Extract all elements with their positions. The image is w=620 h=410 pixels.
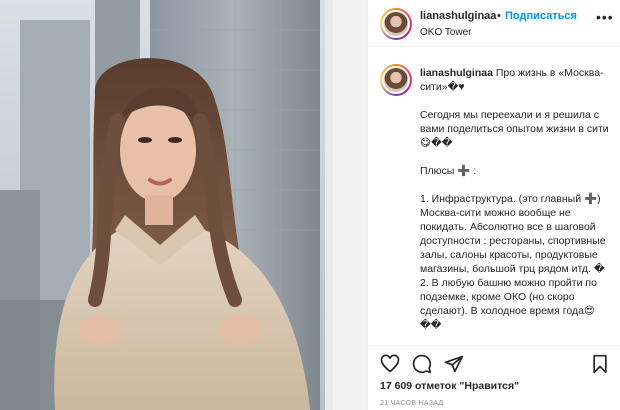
comment-icon[interactable] <box>412 354 432 374</box>
post-timestamp[interactable]: 21 ЧАСОВ НАЗАД <box>380 400 444 407</box>
caption-body: Сегодня мы переехали и я решила с вами п… <box>420 108 616 332</box>
share-icon[interactable] <box>444 354 464 374</box>
bookmark-icon[interactable] <box>590 354 610 374</box>
location-link[interactable]: OKO Tower <box>420 27 472 38</box>
caption-paragraph: 2. В любую башню можно пройти по подземк… <box>420 277 597 331</box>
author-avatar[interactable] <box>380 8 412 40</box>
post-photo[interactable] <box>0 0 367 410</box>
action-bar <box>368 345 620 377</box>
caption-username[interactable]: lianashulginaa <box>420 67 493 79</box>
caption-pluses: Плюсы ➕ : <box>420 165 477 177</box>
heart-icon[interactable] <box>380 354 400 374</box>
caption: lianashulginaa Про жизнь в «Москва-сити»… <box>368 58 620 345</box>
caption-header: lianashulginaa Про жизнь в «Москва-сити»… <box>420 66 610 94</box>
more-options-icon[interactable]: ••• <box>596 9 614 25</box>
post-photo-image <box>0 0 367 410</box>
likes-count[interactable]: 17 609 отметок "Нравится" <box>380 380 519 392</box>
caption-paragraph: Сегодня мы переехали и я решила с вами п… <box>420 109 609 149</box>
author-username[interactable]: lianashulginaa <box>420 10 496 22</box>
caption-paragraph: 1. Инфраструктура. (это главный ➕) Москв… <box>420 193 606 275</box>
post-header: lianashulginaa • Подписаться OKO Tower •… <box>368 0 620 47</box>
post-sidebar: lianashulginaa • Подписаться OKO Tower •… <box>367 0 620 410</box>
follow-button[interactable]: Подписаться <box>505 10 577 22</box>
separator-dot: • <box>497 10 501 22</box>
caption-author-avatar[interactable] <box>380 64 412 96</box>
